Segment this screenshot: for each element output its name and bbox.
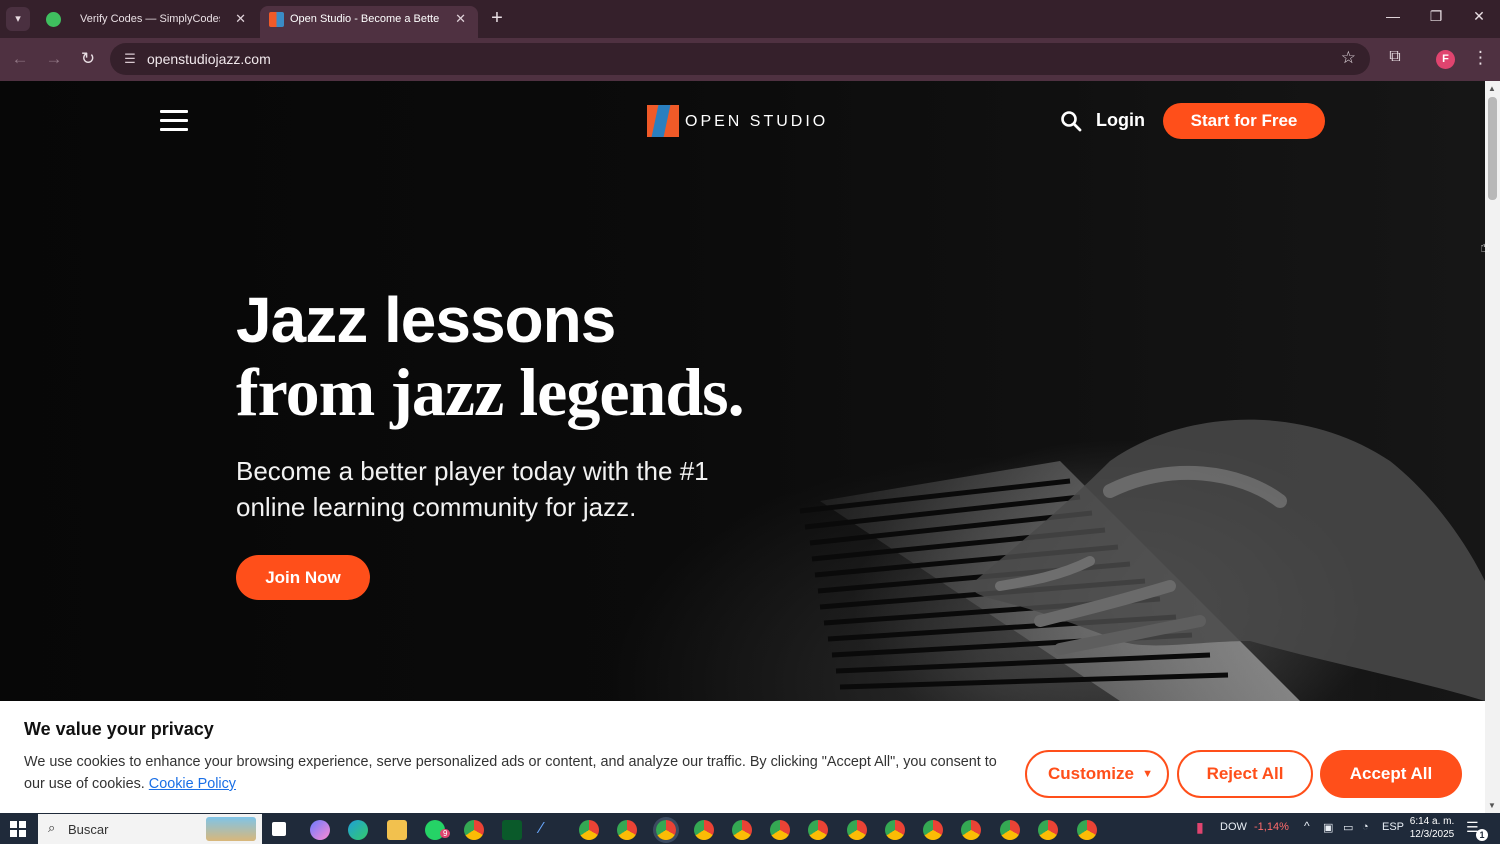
- chrome-profile-active-icon[interactable]: [656, 820, 676, 840]
- close-window-icon[interactable]: ✕: [1464, 8, 1494, 25]
- tab-title: Open Studio - Become a Better Player: [290, 13, 440, 25]
- scroll-thumb[interactable]: [1488, 97, 1497, 200]
- url-text[interactable]: openstudiojazz.com: [147, 51, 271, 67]
- address-bar[interactable]: ☰ openstudiojazz.com ☆: [110, 43, 1370, 75]
- chevron-down-icon[interactable]: ▾: [6, 7, 30, 31]
- star-icon[interactable]: ☆: [1341, 48, 1356, 68]
- customize-button[interactable]: Customize ▼: [1025, 750, 1169, 798]
- page-viewport: OPEN STUDIO Login Start for Free Jazz le…: [0, 81, 1485, 813]
- stock-down-icon: ▮: [1196, 819, 1204, 835]
- page-scrollbar[interactable]: ▲ ▼: [1485, 81, 1500, 813]
- battery-icon[interactable]: ▭: [1343, 821, 1353, 834]
- tab-strip: ▾ Verify Codes — SimplyCodes ✕ Open Stud…: [0, 0, 1500, 38]
- chrome-profile-icon[interactable]: [961, 820, 981, 840]
- edge-icon[interactable]: [348, 820, 368, 840]
- accept-all-button[interactable]: Accept All: [1320, 750, 1462, 798]
- wifi-icon[interactable]: ◔: [1362, 821, 1369, 833]
- tab-title: Verify Codes — SimplyCodes: [80, 13, 220, 25]
- cookie-description: We use cookies to enhance your browsing …: [24, 751, 1004, 795]
- windows-start-icon[interactable]: [10, 821, 26, 837]
- terminal-app-icon[interactable]: [502, 820, 522, 840]
- pen-app-icon[interactable]: ∕: [540, 820, 560, 840]
- caret-down-icon: ▼: [1142, 768, 1153, 780]
- puzzle-icon[interactable]: ⧉: [1384, 48, 1406, 70]
- chrome-profile-icon[interactable]: [579, 820, 599, 840]
- search-icon: ⌕: [48, 820, 56, 835]
- logo-text: OPEN STUDIO: [685, 113, 829, 130]
- chrome-profile-icon[interactable]: [1000, 820, 1020, 840]
- ticker-name[interactable]: DOW: [1220, 821, 1247, 833]
- hero-headline-line2: from jazz legends.: [236, 354, 745, 430]
- kebab-icon[interactable]: ⋮: [1472, 48, 1489, 70]
- plus-icon[interactable]: +: [486, 8, 508, 30]
- chrome-profile-icon[interactable]: [732, 820, 752, 840]
- chrome-profile-icon[interactable]: [1038, 820, 1058, 840]
- network-status-icon[interactable]: ▣: [1323, 821, 1333, 834]
- logo-mark-icon: [647, 105, 679, 137]
- file-explorer-icon[interactable]: [387, 820, 407, 840]
- chrome-profile-icon[interactable]: [808, 820, 828, 840]
- search-highlight-image: [206, 817, 256, 841]
- simplycodes-favicon-icon: [46, 12, 61, 27]
- customize-label: Customize: [1048, 764, 1134, 783]
- close-icon[interactable]: ✕: [235, 6, 246, 32]
- chevron-up-icon[interactable]: ^: [1304, 819, 1310, 833]
- cookie-policy-link[interactable]: Cookie Policy: [149, 776, 236, 792]
- reload-icon[interactable]: ↻: [77, 48, 99, 70]
- chrome-profile-icon[interactable]: [1077, 820, 1097, 840]
- open-studio-favicon-icon: [269, 12, 284, 27]
- system-clock[interactable]: 6:14 a. m. 12/3/2025: [1408, 815, 1456, 841]
- avatar[interactable]: F: [1436, 50, 1455, 69]
- tab-simplycodes[interactable]: Verify Codes — SimplyCodes ✕: [36, 6, 258, 38]
- tune-icon[interactable]: ☰: [120, 49, 140, 69]
- chrome-profile-icon[interactable]: [885, 820, 905, 840]
- minimize-icon[interactable]: —: [1378, 8, 1408, 24]
- arrow-left-icon[interactable]: ←: [9, 48, 31, 70]
- taskbar-search-placeholder: Buscar: [68, 822, 109, 837]
- hamburger-menu-button[interactable]: [160, 110, 188, 132]
- clock-time: 6:14 a. m.: [1409, 816, 1455, 827]
- cookie-consent-banner: We value your privacy We use cookies to …: [0, 701, 1485, 813]
- restore-icon[interactable]: ❐: [1421, 8, 1451, 25]
- notification-count-badge: 1: [1476, 829, 1488, 841]
- chrome-icon[interactable]: [464, 820, 484, 840]
- browser-toolbar: ← → ↻ ☰ openstudiojazz.com ☆: [0, 38, 1500, 81]
- scroll-up-arrow-icon[interactable]: ▲: [1488, 84, 1496, 93]
- cookie-title: We value your privacy: [24, 719, 214, 739]
- clock-date: 12/3/2025: [1409, 829, 1455, 840]
- task-view-icon[interactable]: [272, 822, 286, 836]
- chrome-profile-icon[interactable]: [923, 820, 943, 840]
- whatsapp-badge: 9: [440, 829, 451, 838]
- language-indicator[interactable]: ESP: [1382, 821, 1404, 833]
- tab-open-studio[interactable]: Open Studio - Become a Better Player ✕: [260, 6, 478, 38]
- reject-all-button[interactable]: Reject All: [1177, 750, 1313, 798]
- hero-headline-line1: Jazz lessons: [236, 284, 616, 356]
- chrome-profile-icon[interactable]: [694, 820, 714, 840]
- scroll-down-arrow-icon[interactable]: ▼: [1488, 801, 1496, 810]
- login-link[interactable]: Login: [1096, 110, 1145, 131]
- mouse-cursor-icon: ☝: [1480, 239, 1490, 256]
- ticker-change[interactable]: -1,14%: [1254, 821, 1289, 833]
- copilot-icon[interactable]: [310, 820, 330, 840]
- hero-subheading: Become a better player today with the #1…: [236, 456, 709, 522]
- start-for-free-button[interactable]: Start for Free: [1163, 103, 1325, 139]
- chrome-profile-icon[interactable]: [770, 820, 790, 840]
- search-icon[interactable]: [1060, 110, 1082, 132]
- arrow-right-icon[interactable]: →: [43, 48, 65, 70]
- windows-taskbar: ⌕ Buscar 9 ∕ ▮ DOW -1,14% ^ ▣ ▭ ◔ ESP 6:…: [0, 813, 1500, 844]
- taskbar-search-box[interactable]: ⌕ Buscar: [38, 814, 262, 844]
- close-icon[interactable]: ✕: [455, 6, 466, 32]
- chrome-profile-icon[interactable]: [847, 820, 867, 840]
- join-now-button[interactable]: Join Now: [236, 555, 370, 600]
- chrome-profile-icon[interactable]: [617, 820, 637, 840]
